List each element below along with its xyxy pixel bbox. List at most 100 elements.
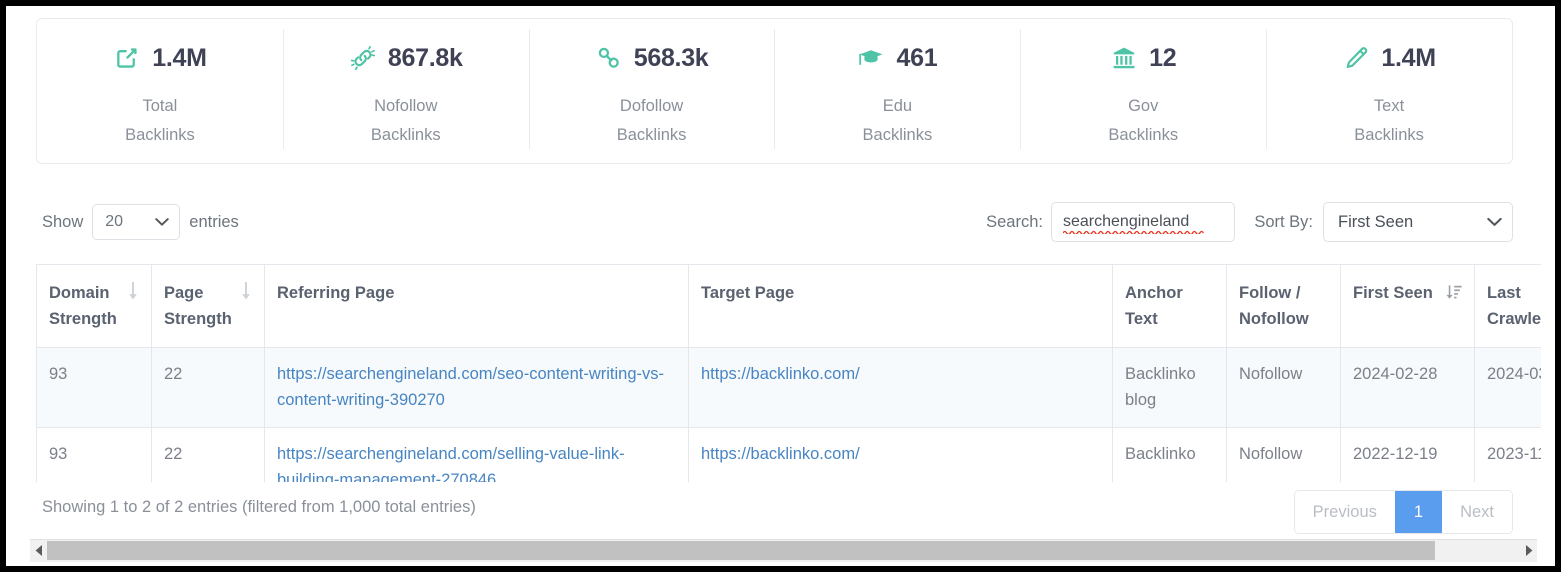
stat-dofollow-backlinks: 568.3k Dofollow Backlinks: [529, 19, 775, 163]
stat-value: 867.8k: [388, 46, 463, 71]
sort-select-wrap: First Seen: [1323, 202, 1513, 242]
entries-length-select[interactable]: 20: [92, 204, 180, 240]
stat-top: 568.3k: [595, 41, 709, 75]
stat-label: Dofollow Backlinks: [617, 92, 687, 149]
referring-page-link[interactable]: https://searchengineland.com/seo-content…: [277, 365, 664, 409]
table-row: 93 22 https://searchengineland.com/seo-c…: [37, 348, 1542, 428]
column-header-anchor-text[interactable]: Anchor Text: [1113, 265, 1227, 348]
stat-label: Gov Backlinks: [1108, 92, 1178, 149]
pagination-next-button[interactable]: Next: [1442, 491, 1512, 533]
column-label-line1: Page: [164, 284, 203, 302]
showing-entries-info: Showing 1 to 2 of 2 entries (filtered fr…: [42, 498, 476, 517]
column-header-follow-nofollow[interactable]: Follow / Nofollow: [1227, 265, 1341, 348]
column-label-line2: Nofollow: [1239, 310, 1309, 328]
column-label-line1: Domain: [49, 284, 110, 302]
stat-top: 867.8k: [349, 41, 463, 75]
search-input-wrap: [1051, 202, 1235, 242]
cell-first-seen: 2024-02-28: [1341, 348, 1475, 428]
target-page-link[interactable]: https://backlinko.com/: [701, 445, 860, 463]
show-label: Show: [42, 213, 83, 232]
stat-edu-backlinks: 461 Edu Backlinks: [774, 19, 1020, 163]
cell-page-strength: 22: [152, 428, 265, 482]
stat-label-line1: Text: [1354, 92, 1424, 121]
cell-page-strength: 22: [152, 348, 265, 428]
column-label-line1: Target Page: [701, 280, 1100, 306]
sort-by-group: Sort By: First Seen: [1254, 202, 1513, 242]
stat-nofollow-backlinks: 867.8k Nofollow Backlinks: [283, 19, 529, 163]
cell-referring-page: https://searchengineland.com/selling-val…: [265, 428, 689, 482]
table-body: 93 22 https://searchengineland.com/seo-c…: [37, 348, 1542, 482]
pagination-previous-button[interactable]: Previous: [1295, 491, 1395, 533]
stat-value: 1.4M: [152, 46, 206, 71]
show-entries-group: Show 20 entries: [42, 204, 239, 240]
stat-value: 461: [896, 46, 937, 71]
column-label-line1: Anchor: [1125, 284, 1183, 302]
stat-total-backlinks: 1.4M Total Backlinks: [37, 19, 283, 163]
column-header-target-page[interactable]: Target Page: [689, 265, 1113, 348]
table-head: Domain Strength Page Stren: [37, 265, 1542, 348]
length-select-wrap: 20: [92, 204, 180, 240]
broken-link-icon: [349, 44, 377, 72]
sort-arrow-down-icon: [240, 282, 252, 308]
search-group: Search:: [986, 202, 1235, 242]
column-label-line2: Strength: [164, 310, 232, 328]
target-page-link[interactable]: https://backlinko.com/: [701, 365, 860, 383]
cell-target-page: https://backlinko.com/: [689, 348, 1113, 428]
stat-label-line1: Total: [125, 92, 195, 121]
stat-text-backlinks: 1.4M Text Backlinks: [1266, 19, 1512, 163]
column-label-line1: Last: [1487, 284, 1521, 302]
search-label: Search:: [986, 213, 1043, 232]
column-label-line2: Crawled: [1487, 310, 1541, 328]
column-header-page-strength[interactable]: Page Strength: [152, 265, 265, 348]
cell-anchor-text: Backlinko blog: [1113, 348, 1227, 428]
column-label-line1: First Seen: [1353, 280, 1440, 306]
cell-referring-page: https://searchengineland.com/seo-content…: [265, 348, 689, 428]
sort-arrow-down-icon: [127, 282, 139, 308]
stat-gov-backlinks: 12 Gov Backlinks: [1020, 19, 1266, 163]
column-header-referring-page[interactable]: Referring Page: [265, 265, 689, 348]
cell-first-seen: 2022-12-19: [1341, 428, 1475, 482]
pencil-icon: [1342, 44, 1370, 72]
stat-top: 12: [1110, 41, 1176, 75]
stat-label: Text Backlinks: [1354, 92, 1424, 149]
search-input[interactable]: [1051, 202, 1235, 242]
graduation-cap-icon: [857, 44, 885, 72]
stat-value: 1.4M: [1381, 46, 1435, 71]
stat-label-line2: Backlinks: [371, 121, 441, 150]
column-header-first-seen[interactable]: First Seen: [1341, 265, 1475, 348]
column-header-domain-strength[interactable]: Domain Strength: [37, 265, 152, 348]
scroll-right-arrow-icon[interactable]: [1520, 540, 1537, 562]
scrollbar-track[interactable]: [47, 540, 1520, 562]
entries-label: entries: [189, 213, 239, 232]
column-label-line1: Follow /: [1239, 284, 1300, 302]
table-controls: Show 20 entries Search: Sort By:: [36, 194, 1513, 250]
stat-label: Total Backlinks: [125, 92, 195, 149]
pagination: Previous 1 Next: [1294, 490, 1513, 534]
scroll-left-arrow-icon[interactable]: [30, 540, 47, 562]
stat-label-line1: Dofollow: [617, 92, 687, 121]
stat-label-line1: Nofollow: [371, 92, 441, 121]
backlinks-stats-card: 1.4M Total Backlinks 867.8k: [36, 18, 1513, 164]
external-link-icon: [113, 44, 141, 72]
pagination-page-1-button[interactable]: 1: [1395, 491, 1442, 533]
cell-follow-nofollow: Nofollow: [1227, 428, 1341, 482]
stat-value: 12: [1149, 46, 1176, 71]
bank-icon: [1110, 44, 1138, 72]
cell-follow-nofollow: Nofollow: [1227, 348, 1341, 428]
horizontal-scrollbar[interactable]: [30, 539, 1537, 561]
backlinks-table-scroll-area[interactable]: Domain Strength Page Stren: [36, 264, 1541, 482]
table-row: 93 22 https://searchengineland.com/selli…: [37, 428, 1542, 482]
stat-label-line2: Backlinks: [125, 121, 195, 150]
table-header-row: Domain Strength Page Stren: [37, 265, 1542, 348]
sort-by-select[interactable]: First Seen: [1323, 202, 1513, 242]
scrollbar-thumb[interactable]: [47, 541, 1435, 560]
referring-page-link[interactable]: https://searchengineland.com/selling-val…: [277, 445, 625, 482]
stat-label-line2: Backlinks: [863, 121, 933, 150]
stat-top: 1.4M: [113, 41, 206, 75]
cell-domain-strength: 93: [37, 428, 152, 482]
stat-label-line1: Edu: [863, 92, 933, 121]
stat-label-line2: Backlinks: [1354, 121, 1424, 150]
cell-target-page: https://backlinko.com/: [689, 428, 1113, 482]
column-header-last-crawled[interactable]: Last Crawled: [1475, 265, 1542, 348]
backlinks-table: Domain Strength Page Stren: [36, 264, 1541, 482]
